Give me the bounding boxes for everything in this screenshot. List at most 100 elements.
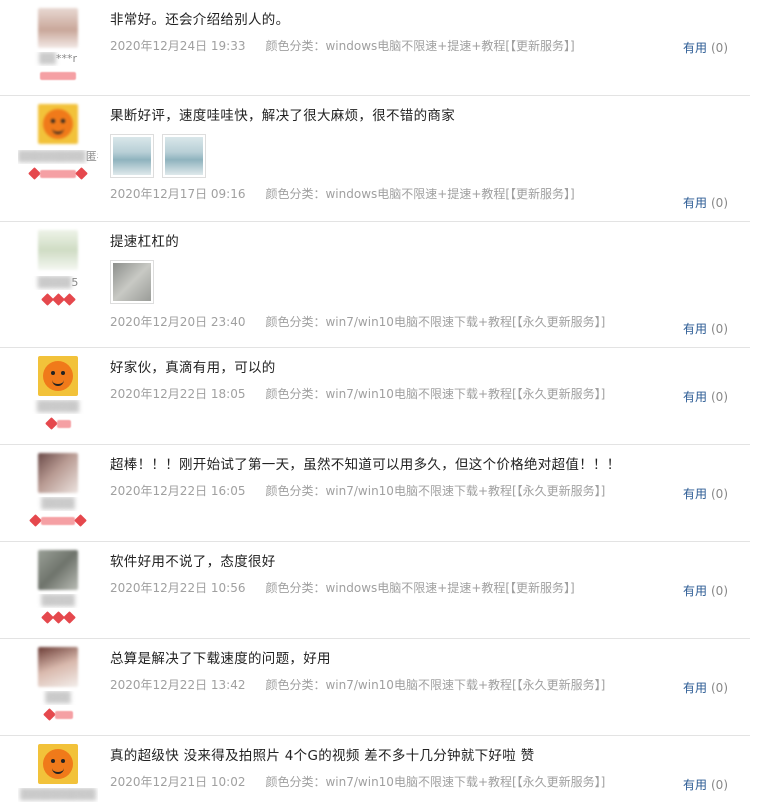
reviewer-name: 匿名) [85,150,98,163]
avatar[interactable] [38,647,78,687]
review-content: 提速杠杠的 2020年12月20日 23:40 颜色分类：win7/win10电脑… [110,222,750,330]
avatar[interactable] [38,453,78,493]
review-list: ▒▒***r 非常好。还会介绍给别人的。 2020年12月24日 19:33 颜色… [0,0,750,809]
review-content: 非常好。还会介绍给别人的。 2020年12月24日 19:33 颜色分类：wind… [110,0,750,54]
review-date: 2020年12月22日 16:05 [110,484,246,498]
review-item: ▒▒▒▒ 超棒！！！刚开始试了第一天，虽然不知道可以用多久，但这个价格绝对超值！… [0,445,750,542]
useful-label: 有用 [682,584,707,598]
review-image-thumbnail[interactable] [110,134,154,178]
avatar[interactable] [38,230,78,270]
useful-button[interactable]: 有用 (0) [683,40,728,56]
review-item: ▒▒▒▒▒▒▒▒▒ 真的超级快 没来得及拍照片 4个G的视频 差不多十几分钟就下… [0,736,750,809]
review-text: 好家伙，真滴有用，可以的 [110,360,276,376]
useful-button[interactable]: 有用 (0) [683,195,728,211]
reviewer-info: ▒▒▒▒ [18,550,98,624]
useful-button[interactable]: 有用 (0) [683,583,728,599]
useful-label: 有用 [682,41,707,55]
review-item: ▒▒***r 非常好。还会介绍给别人的。 2020年12月24日 19:33 颜色… [0,0,750,96]
review-date: 2020年12月17日 09:16 [110,187,246,201]
useful-count: (0) [711,390,728,404]
review-text: 果断好评，速度哇哇快，解决了很大麻烦，很不错的商家 [110,108,455,124]
review-meta: 2020年12月17日 09:16 颜色分类：windows电脑不限速+提速+教程… [110,186,750,202]
useful-count: (0) [711,196,728,210]
review-date: 2020年12月22日 13:42 [110,678,246,692]
useful-count: (0) [711,584,728,598]
review-meta: 2020年12月20日 23:40 颜色分类：win7/win10电脑不限速下载+… [110,314,750,330]
review-text: 总算是解决了下载速度的问题，好用 [110,651,331,667]
useful-label: 有用 [682,196,707,210]
avatar[interactable] [38,356,78,396]
review-sku: 颜色分类：win7/win10电脑不限速下载+教程[【永久更新服务】] [265,387,606,401]
review-sku: 颜色分类：windows电脑不限速+提速+教程[【更新服务】] [265,581,575,595]
reviewer-level-badge [18,708,98,721]
review-item: ▒▒▒▒▒ 好家伙，真滴有用，可以的 2020年12月22日 18:05 颜色分类… [0,348,750,445]
useful-label: 有用 [682,487,707,501]
reviewer-info: ▒▒▒ [18,647,98,721]
review-date: 2020年12月21日 10:02 [110,775,246,789]
useful-button[interactable]: 有用 (0) [683,777,728,793]
review-images [110,134,750,178]
useful-button[interactable]: 有用 (0) [683,486,728,502]
review-sku: 颜色分类：windows电脑不限速+提速+教程[【更新服务】] [265,187,575,201]
emoji-face-icon [43,361,73,391]
review-date: 2020年12月20日 23:40 [110,315,246,329]
useful-label: 有用 [682,681,707,695]
review-meta: 2020年12月22日 13:42 颜色分类：win7/win10电脑不限速下载+… [110,677,750,693]
useful-button[interactable]: 有用 (0) [683,321,728,337]
review-content: 软件好用不说了，态度很好 2020年12月22日 10:56 颜色分类：windo… [110,542,750,596]
useful-button[interactable]: 有用 (0) [683,389,728,405]
reviewer-name: ***r [55,52,77,65]
reviewer-level-badge [18,611,98,624]
avatar[interactable] [38,550,78,590]
review-text: 真的超级快 没来得及拍照片 4个G的视频 差不多十几分钟就下好啦 赞 [110,748,535,764]
review-meta: 2020年12月21日 10:02 颜色分类：win7/win10电脑不限速下载+… [110,774,750,790]
reviewer-info: ▒▒▒▒5 [18,230,98,306]
reviewer-level-badge [18,417,98,430]
useful-label: 有用 [682,390,707,404]
review-item: ▒▒▒ 总算是解决了下载速度的问题，好用 2020年12月22日 13:42 颜色… [0,639,750,736]
reviewer-level-badge [18,69,98,81]
avatar[interactable] [38,8,78,48]
reviewer-level-badge [18,293,98,306]
review-image-thumbnail[interactable] [162,134,206,178]
review-text: 非常好。还会介绍给别人的。 [110,12,290,28]
useful-count: (0) [711,681,728,695]
review-sku: 颜色分类：win7/win10电脑不限速下载+教程[【永久更新服务】] [265,775,606,789]
review-meta: 2020年12月24日 19:33 颜色分类：windows电脑不限速+提速+教程… [110,38,750,54]
review-meta: 2020年12月22日 10:56 颜色分类：windows电脑不限速+提速+教程… [110,580,750,596]
review-sku: 颜色分类：win7/win10电脑不限速下载+教程[【永久更新服务】] [265,315,606,329]
avatar[interactable] [38,104,78,144]
useful-count: (0) [711,322,728,336]
review-sku: 颜色分类：win7/win10电脑不限速下载+教程[【永久更新服务】] [265,678,606,692]
review-item: ▒▒▒▒▒▒▒▒匿名) 果断好评，速度哇哇快，解决了很大麻烦，很不错的商家 20… [0,96,750,222]
review-text: 提速杠杠的 [110,234,179,250]
reviewer-info: ▒▒▒▒▒▒▒▒▒ [18,744,98,802]
review-sku: 颜色分类：win7/win10电脑不限速下载+教程[【永久更新服务】] [265,484,606,498]
review-date: 2020年12月22日 10:56 [110,581,246,595]
review-item: ▒▒▒▒ 软件好用不说了，态度很好 2020年12月22日 10:56 颜色分类：… [0,542,750,639]
review-text: 超棒！！！刚开始试了第一天，虽然不知道可以用多久，但这个价格绝对超值！！！ [110,457,621,473]
reviewer-level-badge [18,167,98,180]
review-date: 2020年12月24日 19:33 [110,39,246,53]
review-image-thumbnail[interactable] [110,260,154,304]
useful-count: (0) [711,487,728,501]
avatar[interactable] [38,744,78,784]
review-meta: 2020年12月22日 18:05 颜色分类：win7/win10电脑不限速下载+… [110,386,750,402]
reviewer-info: ▒▒▒▒▒ [18,356,98,430]
review-sku: 颜色分类：windows电脑不限速+提速+教程[【更新服务】] [265,39,575,53]
review-content: 真的超级快 没来得及拍照片 4个G的视频 差不多十几分钟就下好啦 赞 2020年… [110,736,750,790]
review-date: 2020年12月22日 18:05 [110,387,246,401]
useful-count: (0) [711,41,728,55]
useful-label: 有用 [682,778,707,792]
reviewer-info: ▒▒▒▒ [18,453,98,527]
review-images [110,260,750,304]
reviewer-info: ▒▒***r [18,8,98,81]
review-text: 软件好用不说了，态度很好 [110,554,276,570]
useful-button[interactable]: 有用 (0) [683,680,728,696]
review-content: 超棒！！！刚开始试了第一天，虽然不知道可以用多久，但这个价格绝对超值！！！ 20… [110,445,750,499]
emoji-face-icon [43,109,73,139]
reviewer-level-badge [18,514,98,527]
emoji-face-icon [43,749,73,779]
review-item: ▒▒▒▒5 提速杠杠的 2020年12月20日 23:40 颜色分类：win7/w… [0,222,750,348]
review-content: 好家伙，真滴有用，可以的 2020年12月22日 18:05 颜色分类：win7/… [110,348,750,402]
